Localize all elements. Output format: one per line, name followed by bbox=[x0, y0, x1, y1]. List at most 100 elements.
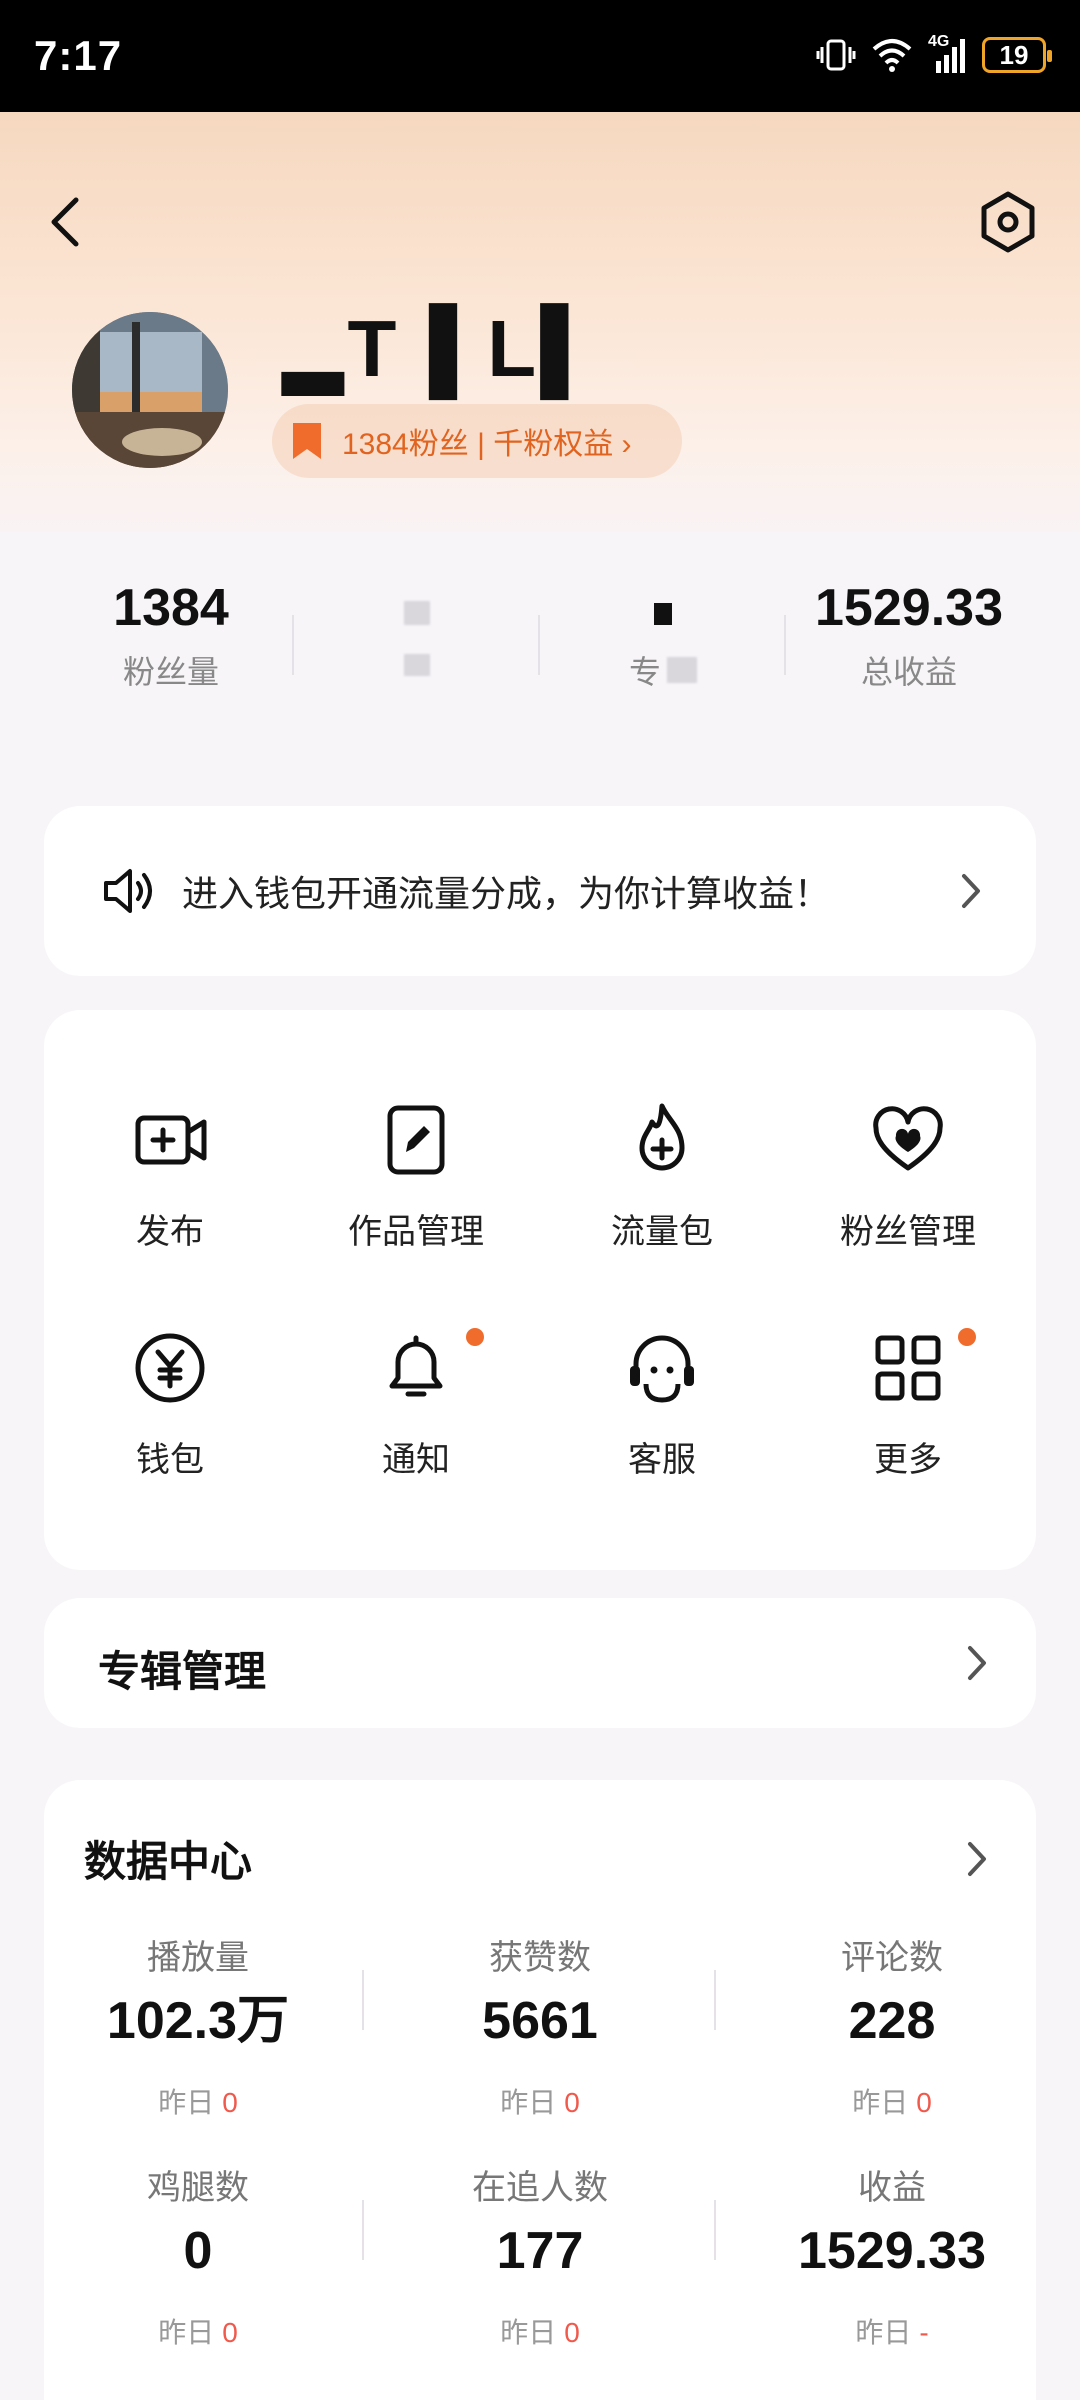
stat-label: 粉丝量 bbox=[122, 654, 219, 690]
metric-value: 1529.33 bbox=[798, 2222, 986, 2280]
bookmark-icon bbox=[293, 423, 321, 459]
stat-value bbox=[540, 575, 786, 641]
grid-label: 通知 bbox=[382, 1441, 450, 1479]
metric-yesterday: 昨日 0 bbox=[390, 2311, 690, 2351]
stat-value: 1529.33 bbox=[815, 579, 1003, 637]
metric-comments: 评论数 228 昨日 0 bbox=[742, 1930, 1042, 2121]
metric-followers-chasing: 在追人数 177 昨日 0 bbox=[390, 2160, 690, 2351]
grid-item-wallet[interactable]: 钱包 bbox=[70, 1328, 270, 1508]
yesterday-label: 昨日 bbox=[500, 2317, 557, 2348]
yesterday-value: 0 bbox=[222, 2087, 238, 2118]
grid-item-fans[interactable]: 粉丝管理 bbox=[808, 1100, 1008, 1280]
wallet-notice-banner[interactable]: 进入钱包开通流量分成，为你计算收益！ bbox=[44, 806, 1036, 976]
yen-coin-icon bbox=[135, 1333, 205, 1403]
back-icon[interactable] bbox=[42, 192, 86, 252]
chevron-right-icon bbox=[968, 1646, 986, 1680]
chevron-right-icon bbox=[962, 874, 980, 908]
grid-item-notifications[interactable]: 通知 bbox=[316, 1328, 516, 1508]
vibrate-icon bbox=[816, 39, 856, 71]
wifi-icon bbox=[872, 39, 912, 72]
unread-dot bbox=[958, 1328, 976, 1346]
stat-obscured-2[interactable]: 专 bbox=[540, 575, 786, 693]
data-center-title[interactable]: 数据中心 bbox=[84, 1828, 252, 1889]
yesterday-value: 0 bbox=[222, 2317, 238, 2348]
chevron-right-icon[interactable] bbox=[964, 1836, 990, 1882]
metric-plays: 播放量 102.3万 昨日 0 bbox=[48, 1930, 348, 2121]
metric-yesterday: 昨日 0 bbox=[742, 2081, 1042, 2121]
grid-item-traffic-pack[interactable]: 流量包 bbox=[562, 1100, 762, 1280]
grid-label: 客服 bbox=[628, 1441, 696, 1479]
grid-label: 更多 bbox=[874, 1441, 942, 1479]
grid-icon bbox=[875, 1335, 941, 1401]
metric-yesterday: 昨日 0 bbox=[48, 2311, 348, 2351]
metric-value: 5661 bbox=[482, 1992, 598, 2050]
divider bbox=[714, 2200, 716, 2260]
metric-value: 0 bbox=[183, 2222, 213, 2280]
network-type: 4G bbox=[928, 33, 950, 50]
metric-label: 鸡腿数 bbox=[147, 2169, 249, 2207]
unread-dot bbox=[466, 1328, 484, 1346]
bell-icon bbox=[389, 1335, 443, 1397]
obscured-value bbox=[654, 603, 672, 625]
avatar-image bbox=[72, 312, 228, 468]
metric-yesterday: 昨日 0 bbox=[390, 2081, 690, 2121]
yesterday-label: 昨日 bbox=[158, 2087, 215, 2118]
video-add-icon bbox=[135, 1115, 207, 1165]
stat-obscured-1[interactable] bbox=[294, 575, 540, 684]
metric-value: 177 bbox=[496, 2222, 584, 2280]
stats-row: 1384 粉丝量 专 1529.33 总收益 bbox=[0, 575, 1080, 725]
notice-text: 进入钱包开通流量分成，为你计算收益！ bbox=[182, 873, 831, 914]
stat-value bbox=[294, 575, 540, 641]
edit-document-icon bbox=[387, 1105, 445, 1175]
grid-item-more[interactable]: 更多 bbox=[808, 1328, 1008, 1508]
fans-badge[interactable]: 1384粉丝 | 千粉权益 › bbox=[272, 404, 682, 478]
metric-likes: 获赞数 5661 昨日 0 bbox=[390, 1930, 690, 2121]
metric-value: 102.3万 bbox=[106, 1992, 290, 2050]
data-center-card: 数据中心 播放量 102.3万 昨日 0 获赞数 5661 昨日 0 评论数 228… bbox=[44, 1780, 1036, 2400]
stat-label-text: 专 bbox=[628, 654, 661, 690]
status-time: 7:17 bbox=[34, 32, 123, 79]
stat-label: 专 bbox=[540, 647, 786, 693]
battery-icon: 19 bbox=[982, 37, 1052, 73]
grid-item-publish[interactable]: 发布 bbox=[70, 1100, 270, 1280]
avatar[interactable] bbox=[72, 312, 228, 468]
yesterday-label: 昨日 bbox=[852, 2087, 909, 2118]
status-bar: 7:17 4G 19 bbox=[0, 0, 1080, 112]
album-title: 专辑管理 bbox=[98, 1648, 267, 1695]
headset-icon bbox=[630, 1335, 694, 1403]
fans-badge-text: 1384粉丝 | 千粉权益 › bbox=[342, 428, 632, 461]
yesterday-value: 0 bbox=[564, 2317, 580, 2348]
yesterday-value: 0 bbox=[564, 2087, 580, 2118]
stat-label bbox=[294, 647, 540, 684]
stat-value: 1384 bbox=[113, 579, 229, 637]
metric-drumsticks: 鸡腿数 0 昨日 0 bbox=[48, 2160, 348, 2351]
metric-label: 评论数 bbox=[841, 1939, 943, 1977]
profile-header: ▂T▐ L▌ 1384粉丝 | 千粉权益 › bbox=[0, 112, 1080, 532]
signal-indicator: 4G bbox=[928, 33, 968, 73]
grid-label: 作品管理 bbox=[348, 1213, 484, 1251]
flame-plus-icon bbox=[639, 1103, 685, 1171]
grid-item-works[interactable]: 作品管理 bbox=[316, 1100, 516, 1280]
battery-level: 19 bbox=[999, 39, 1029, 70]
metric-label: 播放量 bbox=[147, 1939, 249, 1977]
stat-total-income[interactable]: 1529.33 总收益 bbox=[786, 575, 1032, 693]
yesterday-label: 昨日 bbox=[158, 2317, 215, 2348]
grid-item-customer-service[interactable]: 客服 bbox=[562, 1328, 762, 1508]
metric-yesterday: 昨日 - bbox=[742, 2311, 1042, 2351]
tools-grid: 发布 作品管理 流量包 粉丝管理 钱包 通知 客服 更多 bbox=[44, 1010, 1036, 1570]
stat-fans[interactable]: 1384 粉丝量 bbox=[48, 575, 294, 693]
settings-icon[interactable] bbox=[976, 190, 1040, 254]
metric-label: 收益 bbox=[858, 2169, 926, 2207]
stat-label: 总收益 bbox=[860, 654, 957, 690]
metric-yesterday: 昨日 0 bbox=[48, 2081, 348, 2121]
status-icons: 4G 19 bbox=[816, 30, 1052, 80]
metric-label: 获赞数 bbox=[489, 1939, 591, 1977]
grid-label: 钱包 bbox=[136, 1441, 204, 1479]
username: ▂T▐ L▌ bbox=[282, 304, 601, 393]
album-management-row[interactable]: 专辑管理 bbox=[44, 1598, 1036, 1728]
metric-label: 在追人数 bbox=[472, 2169, 608, 2207]
metric-value: 228 bbox=[848, 1992, 936, 2050]
yesterday-value: - bbox=[919, 2317, 929, 2348]
grid-label: 粉丝管理 bbox=[840, 1213, 976, 1251]
divider bbox=[714, 1970, 716, 2030]
